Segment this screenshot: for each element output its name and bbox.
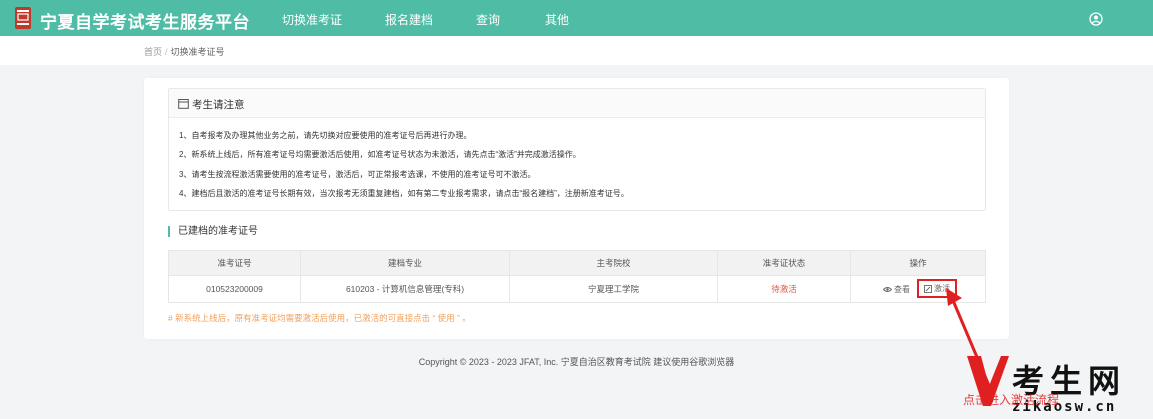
breadcrumb-current: 切换准考证号 [170, 47, 225, 57]
seal-logo-icon [15, 7, 31, 29]
column-header-status: 准考证状态 [718, 251, 851, 275]
notice-header: 考生请注意 [169, 89, 985, 118]
breadcrumb: 首页 / 切换准考证号 [144, 45, 225, 58]
view-label: 查看 [894, 285, 910, 294]
breadcrumb-home[interactable]: 首页 [144, 47, 162, 57]
watermark-annotation: 点击进入激活流程 [963, 393, 1060, 407]
breadcrumb-bar: 首页 / 切换准考证号 [0, 36, 1153, 65]
edit-icon [924, 284, 932, 293]
nav-item-other[interactable]: 其他 [545, 11, 569, 28]
main-card: 考生请注意 1、自考报考及办理其他业务之前，请先切换对应要使用的准考证号后再进行… [144, 78, 1009, 339]
table-header: 准考证号 建档专业 主考院校 准考证状态 操作 [169, 251, 985, 276]
cell-school: 宁夏理工学院 [510, 276, 718, 302]
column-header-actions: 操作 [909, 258, 927, 268]
cell-exam-id: 010523200009 [169, 276, 301, 302]
admission-table: 准考证号 建档专业 主考院校 准考证状态 操作 010523200009 610… [168, 250, 986, 303]
column-header-exam-id: 准考证号 [169, 251, 301, 275]
top-navbar: 宁夏自学考试考生服务平台 切换准考证 报名建档 查询 其他 [0, 0, 1153, 36]
cell-major: 610203 - 计算机信息管理(专科) [301, 276, 510, 302]
notice-line-3: 3、请考生按流程激活需要使用的准考证号，激活后，可正常报考选课，不使用的准考证号… [179, 170, 536, 179]
notice-line-1: 1、自考报考及办理其他业务之前，请先切换对应要使用的准考证号后再进行办理。 [179, 131, 472, 140]
app-title: 宁夏自学考试考生服务平台 [40, 13, 250, 32]
notice-panel: 考生请注意 1、自考报考及办理其他业务之前，请先切换对应要使用的准考证号后再进行… [168, 88, 986, 211]
table-row: 010523200009 610203 - 计算机信息管理(专科) 宁夏理工学院… [169, 276, 985, 302]
nav-item-query[interactable]: 查询 [476, 11, 500, 28]
notice-title: 考生请注意 [192, 99, 245, 111]
nav-item-switch-admission[interactable]: 切换准考证 [282, 11, 342, 28]
calendar-icon [178, 99, 189, 109]
section-title: 已建档的准考证号 [168, 226, 258, 237]
notice-line-4: 4、建档后且激活的准考证号长期有效，当次报考无须重复建档，如有第二专业报考需求，… [179, 189, 629, 198]
breadcrumb-separator: / [165, 47, 168, 57]
view-button[interactable]: 查看 [883, 284, 910, 295]
user-circle-icon[interactable] [1089, 12, 1103, 26]
footnote: # 新系统上线后，原有准考证均需要激活后使用，已激活的可直接点击 “ 使用 ” … [168, 313, 471, 323]
notice-line-2: 2、新系统上线后，所有准考证号均需要激活后使用，如准考证号状态为未激活，请先点击… [179, 150, 581, 159]
column-header-major: 建档专业 [301, 251, 510, 275]
eye-icon [883, 287, 892, 292]
status-badge: 待激活 [718, 276, 851, 302]
nav-item-register[interactable]: 报名建档 [385, 11, 433, 28]
column-header-school: 主考院校 [510, 251, 718, 275]
